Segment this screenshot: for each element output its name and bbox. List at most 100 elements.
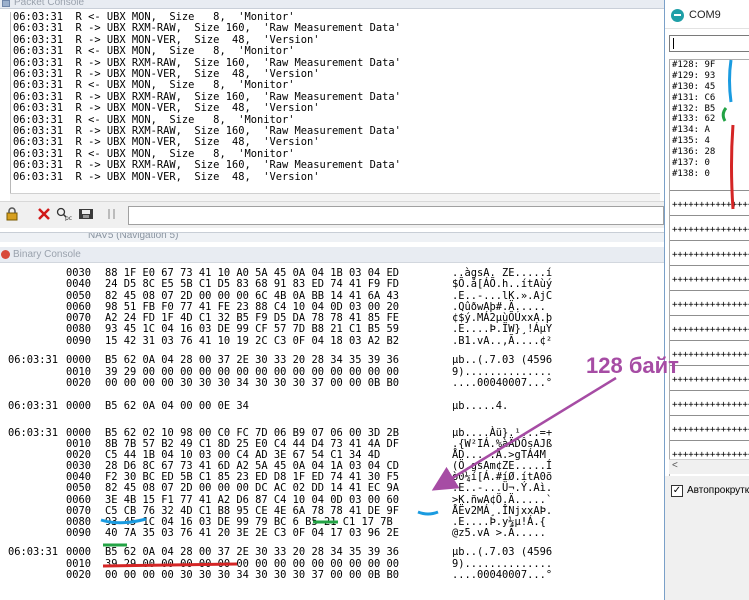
delete-icon[interactable]	[36, 207, 52, 223]
com9-byte-line: #133: 62	[672, 114, 716, 125]
packet-log[interactable]: 06:03:31 R <- UBX MON, Size 8, 'Monitor'…	[10, 12, 660, 195]
binary-row-offset: 0090	[66, 335, 92, 347]
binary-row-ascii: µb.....4.	[452, 400, 509, 412]
binary-row-ascii: $Õ.å[ÁÕ.h..ítAùý	[452, 278, 553, 290]
com9-separator	[670, 414, 749, 416]
packet-console-window: Packet Console 06:03:31 R <- UBX MON, Si…	[0, 0, 667, 232]
binary-console-title: Binary Console	[13, 249, 81, 260]
binary-row-offset: 0090	[66, 527, 92, 539]
binary-row-hex: B5 62 0A 04 28 00 37 2E 30 33 20 28 34 3…	[105, 354, 400, 366]
binary-row-hex: 15 42 31 03 76 41 10 19 2C C3 0F 04 18 0…	[105, 335, 400, 347]
packet-log-scrollbar[interactable]	[10, 193, 660, 201]
autoscroll-label: Автопрокрутка	[687, 485, 749, 496]
nav5-window-tab[interactable]: NAV5 (Navigation 5)	[0, 232, 667, 242]
binary-row-ascii: ....00040007...°	[452, 569, 553, 581]
binary-row-ascii: µb..(.7.03 (4596	[452, 354, 553, 366]
com9-logo-icon	[671, 9, 684, 22]
binary-row-ascii: .B1.vA..,Ã....¢²	[452, 335, 553, 347]
filter-icon[interactable]: pc	[56, 207, 72, 223]
com9-plus-line: +++++++++++++++++++++	[672, 425, 749, 435]
com9-separator-lines: ++++++++++++++ +++++++ +++++++ ++++++++++++…	[670, 180, 749, 466]
binary-row-hex: B5 62 0A 04 28 00 37 2E 30 33 20 28 34 3…	[105, 546, 400, 558]
com9-output[interactable]: #128: 9F #129: 93 #130: 45 #131: C6 #132: B5…	[669, 59, 749, 479]
com9-separator	[670, 339, 749, 341]
binary-row-ascii: .E..-...Ü¬.Ý.Aì.	[452, 482, 553, 494]
com9-byte-line: #138: 0	[672, 168, 710, 179]
binary-row-ascii: µb..(.7.03 (4596	[452, 546, 553, 558]
com9-byte-line: #136: 28	[672, 147, 716, 158]
com9-separator	[670, 364, 749, 366]
com9-byte-line: #134: A	[672, 125, 710, 136]
binary-console-window: Binary Console 0030 88 1F E0 67 73 41 10 …	[0, 242, 667, 600]
com9-plus-line: +++++++++++++++++++++	[672, 400, 749, 410]
com9-byte-line: #130: 45	[672, 81, 716, 92]
binary-row-hex: 24 D5 8C E5 5B C1 D5 83 68 91 83 ED 74 4…	[105, 278, 400, 290]
com9-separator	[670, 214, 749, 216]
binary-row-offset: 0020	[66, 569, 92, 581]
byte-count-annotation: 128 байт	[586, 353, 679, 378]
com9-separator	[670, 389, 749, 391]
com9-separator	[670, 314, 749, 316]
com9-plus-line: +++++++++++++++++++++	[672, 350, 749, 360]
binary-row-hex: 93 45 1C 04 16 03 DE 99 CF 57 7D B8 21 C…	[105, 323, 400, 335]
packet-log-line: 06:03:31 R <- UBX MON, Size 8, 'Monitor'	[13, 45, 295, 58]
packet-console-icon	[2, 0, 10, 7]
autoscroll-checkbox[interactable]: ✓	[671, 485, 683, 497]
com9-byte-line: #129: 93	[672, 70, 716, 81]
com9-horizontal-scrollbar[interactable]: <	[669, 459, 749, 474]
com9-separator	[670, 180, 749, 191]
packet-entry-field[interactable]	[128, 206, 664, 225]
com9-bottom-bar: ✓ Автопрокрутка	[665, 476, 749, 600]
binary-console-icon	[1, 250, 10, 259]
binary-row-hex: 40 7A 35 03 76 41 20 3E 2E C3 0F 04 17 0…	[105, 527, 400, 539]
svg-text:pc: pc	[65, 215, 72, 221]
com9-plus-line: +++++++++++++++++++++	[672, 275, 749, 285]
com9-byte-line: #132: B5	[672, 103, 716, 114]
binary-row-hex: 82 45 08 07 2D 00 00 00 DC AC 02 DD 14 4…	[105, 482, 400, 494]
binary-row-offset: 0080	[66, 323, 92, 335]
com9-plus-line: +++++++++++++++++++++	[672, 375, 749, 385]
packet-log-line: 06:03:31 R -> UBX MON-VER, Size 48, 'Ver…	[13, 170, 320, 183]
binary-row-hex: B5 62 0A 04 00 00 0E 34	[105, 400, 249, 412]
com9-byte-line: #137: 0	[672, 158, 710, 169]
binary-row-hex: 00 00 00 00 30 30 30 34 30 30 30 37 00 0…	[105, 569, 400, 581]
lock-icon[interactable]	[4, 207, 20, 223]
binary-row-time: 06:03:31	[7, 427, 58, 439]
binary-row-ascii: ....00040007...°	[452, 377, 553, 389]
com9-plus-line: +++++++++++++++++++++	[672, 225, 749, 235]
binary-row-time: 06:03:31	[7, 354, 58, 366]
binary-row-hex: 00 00 00 00 30 30 30 34 30 30 30 37 00 0…	[105, 377, 400, 389]
binary-row-offset: 0000	[66, 354, 92, 366]
binary-row-time: 06:03:31	[7, 400, 58, 412]
nav5-title: NAV5 (Navigation 5)	[88, 232, 179, 241]
binary-row-offset: 0000	[66, 546, 92, 558]
com9-plus-line: +++++++++++++++++++++	[672, 325, 749, 335]
packet-console-titlebar: Packet Console	[0, 0, 667, 9]
binary-row-ascii: .E....Þ.ÏW}¸!ÁµY	[452, 323, 553, 335]
com9-separator	[670, 439, 749, 441]
binary-row-offset: 0050	[66, 482, 92, 494]
binary-row-ascii: @z5.vA >.Ã.....	[452, 527, 546, 539]
com9-plus-line: +++++++++++++++++++++	[672, 300, 749, 310]
save-icon[interactable]	[78, 207, 94, 223]
scroll-left-icon[interactable]: <	[672, 460, 678, 471]
binary-console-titlebar: Binary Console	[0, 247, 667, 263]
binary-row-time: 06:03:31	[7, 546, 58, 558]
pause-icon[interactable]	[104, 207, 120, 223]
com9-byte-line: #131: C6	[672, 92, 716, 103]
com9-byte-line: #135: 4	[672, 136, 710, 147]
com9-send-input[interactable]	[669, 35, 749, 52]
com9-byte-lines: #128: 9F #129: 93 #130: 45 #131: C6 #132: B5…	[670, 60, 749, 180]
com9-separator	[670, 264, 749, 266]
com9-byte-line: #128: 9F	[672, 60, 716, 70]
packet-toolbar: pc	[0, 201, 667, 228]
binary-row-offset: 0040	[66, 278, 92, 290]
packet-console-title: Packet Console	[14, 0, 85, 8]
com9-separator	[670, 289, 749, 291]
packet-log-line: 06:03:31 R -> UBX RXM-RAW, Size 160, 'Ra…	[13, 159, 401, 172]
com9-plus-line: +++++++++++++++++++++	[672, 200, 749, 210]
com9-title: COM9	[689, 9, 721, 21]
binary-row-offset: 0000	[66, 400, 92, 412]
com9-separator	[670, 239, 749, 241]
com9-serial-monitor-window: COM9 #128: 9F #129: 93 #130: 45 #131: C6 #13…	[664, 0, 749, 600]
